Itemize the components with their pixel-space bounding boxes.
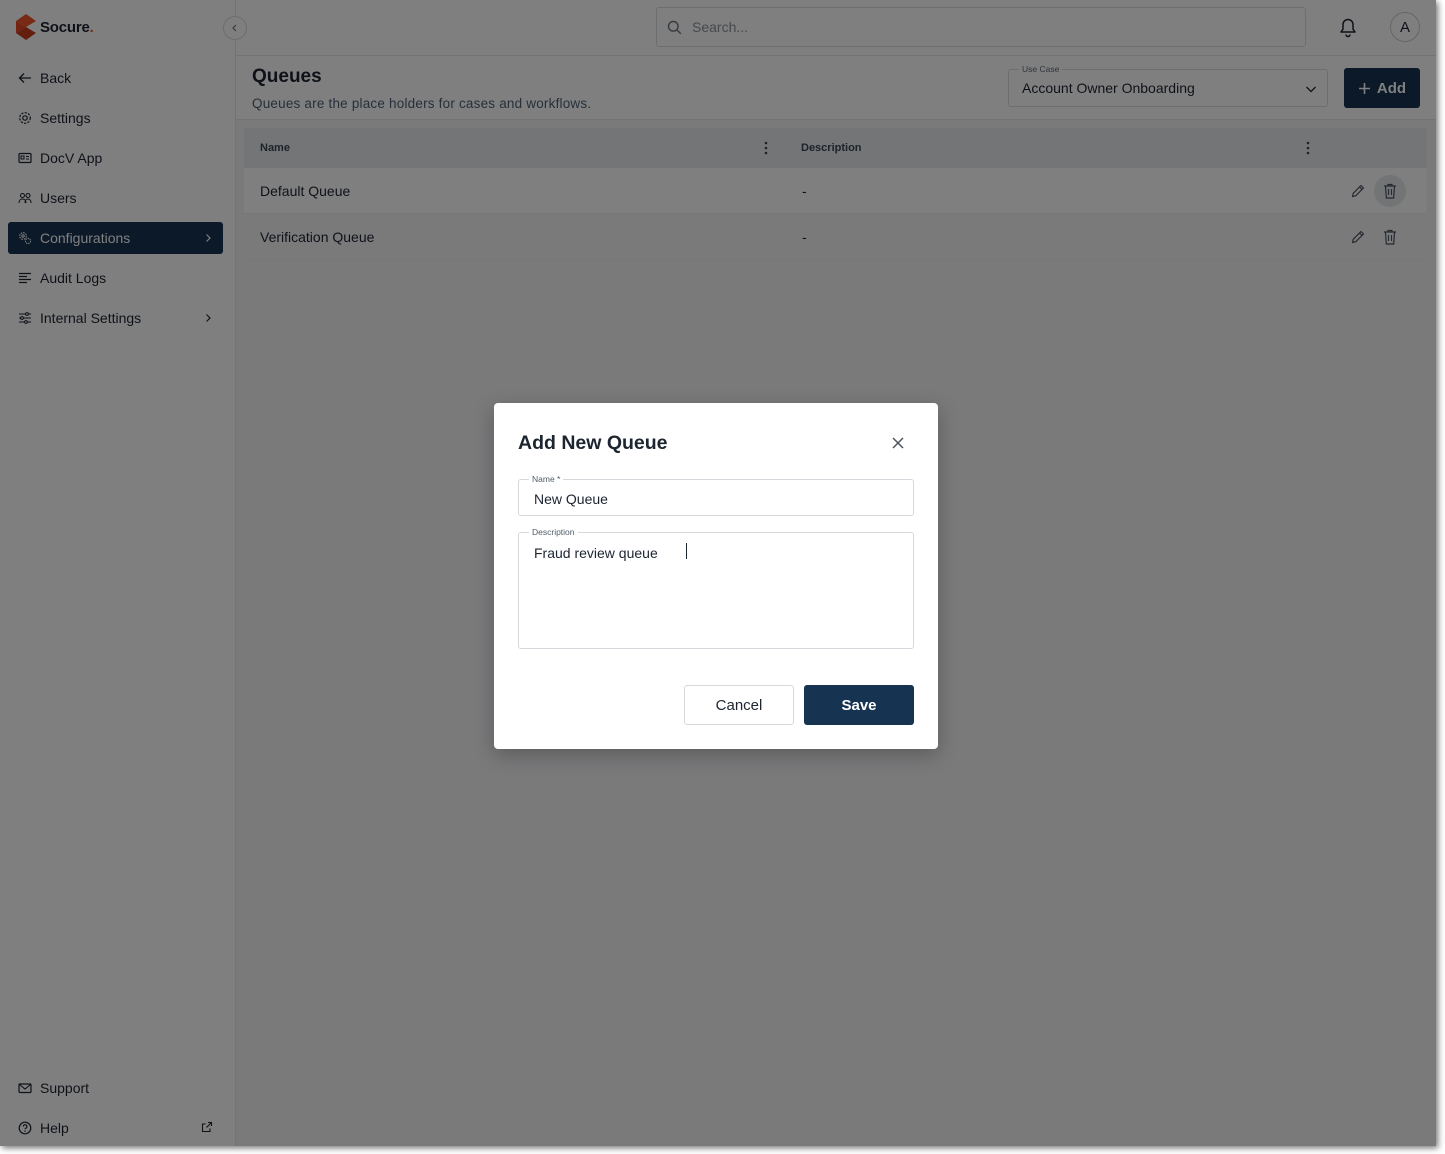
- save-button[interactable]: Save: [804, 685, 914, 725]
- name-input[interactable]: [532, 490, 902, 508]
- description-field[interactable]: Description Fraud review queue: [518, 527, 914, 649]
- description-field-label: Description: [529, 527, 578, 537]
- dialog-title: Add New Queue: [518, 432, 668, 454]
- cancel-button[interactable]: Cancel: [684, 685, 794, 725]
- app-window: Socure. Back Settings DocV App Users Con…: [0, 0, 1436, 1146]
- name-field-label: Name *: [529, 474, 564, 484]
- name-field[interactable]: Name *: [518, 474, 914, 516]
- add-queue-dialog: Add New Queue Name * Description Fraud r…: [494, 403, 938, 749]
- close-icon[interactable]: [890, 435, 906, 451]
- text-cursor: [686, 543, 687, 559]
- description-textarea[interactable]: Fraud review queue: [532, 543, 902, 639]
